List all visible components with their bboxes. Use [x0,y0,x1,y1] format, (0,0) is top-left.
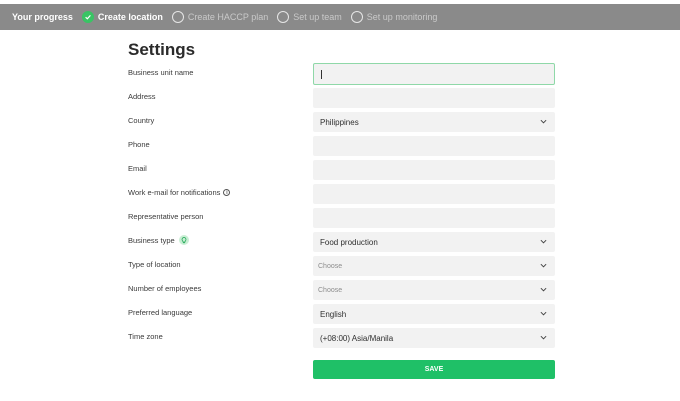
step-label: Create location [97,12,163,22]
step-label: Set up monitoring [366,12,438,22]
business-unit-name-input[interactable] [313,63,555,85]
step-label: Set up team [293,12,342,22]
number-of-employees-placeholder: Choose [318,286,343,294]
step-create-haccp-plan[interactable]: Create HACCP plan [171,11,269,23]
business-type-select[interactable]: Food production [313,232,555,252]
time-zone-label: Time zone [128,331,163,341]
phone-label: Phone [128,139,150,149]
email-label: Email [128,163,147,173]
progress-title: Your progress [12,12,73,22]
number-of-employees-label: Number of employees [128,283,202,293]
type-of-location-placeholder: Choose [318,262,343,270]
chevron-down-icon [540,239,547,244]
type-of-location-select[interactable]: Choose [313,256,555,276]
number-of-employees-select[interactable]: Choose [313,280,555,300]
country-select[interactable]: Philippines [313,112,555,132]
time-zone-select[interactable]: (+08:00) Asia/Manila [313,328,555,348]
work-email-input[interactable] [313,184,555,204]
chevron-down-icon [540,119,547,124]
step-set-up-team[interactable]: Set up team [277,11,342,23]
address-input[interactable] [313,88,555,108]
chevron-down-icon [540,311,547,316]
check-circle-icon [81,11,94,23]
type-of-location-label: Type of location [128,259,181,269]
work-email-label: Work e-mail for notifications i [128,186,231,198]
work-email-label-text: Work e-mail for notifications [128,187,221,197]
save-button[interactable]: SAVE [313,360,555,379]
business-type-value: Food production [320,237,378,247]
business-type-label-text: Business type [128,235,175,245]
step-create-location[interactable]: Create location [81,11,163,23]
empty-circle-icon [350,11,363,23]
country-value: Philippines [320,117,359,127]
chevron-down-icon [540,287,547,292]
phone-input[interactable] [313,136,555,156]
chevron-down-icon [540,263,547,268]
step-set-up-monitoring[interactable]: Set up monitoring [350,11,438,23]
step-label: Create HACCP plan [187,12,269,22]
representative-input[interactable] [313,208,555,228]
lightbulb-icon[interactable] [178,235,189,245]
info-icon[interactable]: i [223,188,231,196]
page-title: Settings [128,40,196,59]
time-zone-value: (+08:00) Asia/Manila [320,333,394,343]
business-unit-name-label: Business unit name [128,67,194,77]
preferred-language-value: English [320,309,347,319]
text-caret [321,70,322,79]
address-label: Address [128,91,156,101]
business-type-label: Business type [128,234,189,246]
preferred-language-select[interactable]: English [313,304,555,324]
preferred-language-label: Preferred language [128,307,193,317]
progress-bar: Your progress Create location Create HAC… [0,4,680,30]
empty-circle-icon [277,11,290,23]
representative-label: Representative person [128,211,204,221]
country-label: Country [128,115,155,125]
email-input[interactable] [313,160,555,180]
empty-circle-icon [171,11,184,23]
chevron-down-icon [540,335,547,340]
